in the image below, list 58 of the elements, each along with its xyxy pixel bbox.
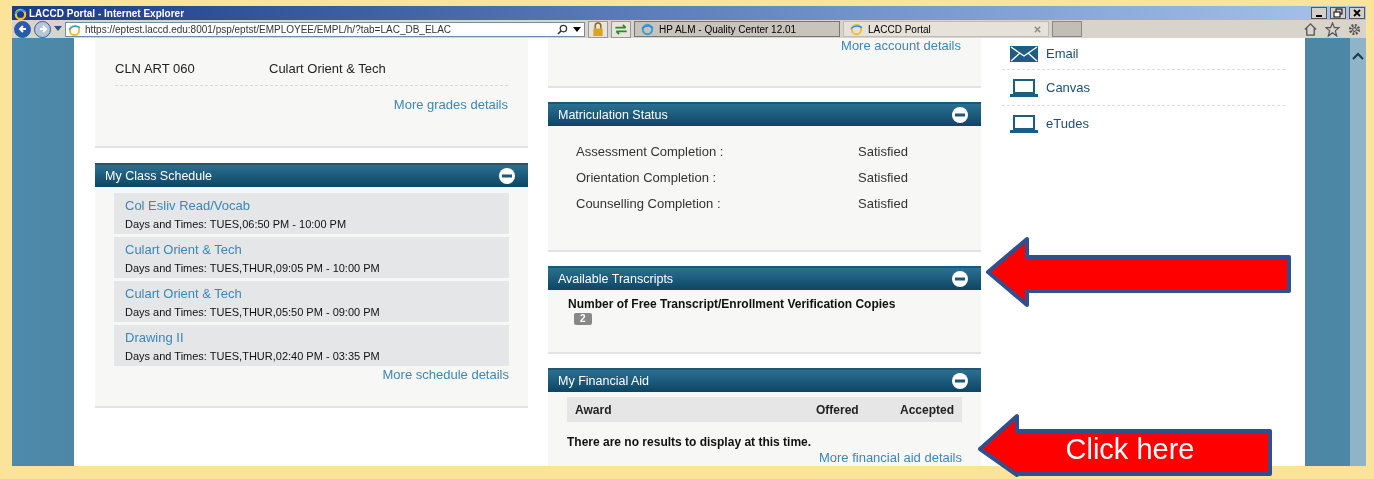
browser-tab[interactable]: HP ALM - Quality Center 12.01: [634, 21, 840, 37]
class-link[interactable]: Col Esliv Read/Vocab: [125, 197, 509, 213]
app-link[interactable]: eTudes: [1046, 116, 1089, 131]
site-icon: [68, 22, 81, 36]
status-label: Counselling Completion :: [576, 195, 722, 211]
empty-message: There are no results to display at this time.: [567, 435, 813, 449]
course-title: Culart Orient & Tech: [269, 61, 386, 76]
app-link[interactable]: Email: [1046, 46, 1079, 61]
status-value: Satisfied: [858, 195, 908, 211]
class-link[interactable]: Drawing II: [125, 329, 509, 345]
status-value: Satisfied: [858, 169, 908, 185]
browser-logo-icon: [14, 6, 27, 20]
dropdown-icon[interactable]: [572, 24, 582, 34]
collapse-icon[interactable]: [952, 271, 968, 287]
class-times: Days and Times: TUES,THUR,02:40 PM - 03:35 PM: [125, 349, 381, 362]
class-link[interactable]: Culart Orient & Tech: [125, 241, 509, 257]
collapse-icon[interactable]: [952, 107, 968, 123]
search-icon[interactable]: [557, 23, 568, 35]
more-grades-link[interactable]: More grades details: [393, 97, 508, 112]
address-field[interactable]: https://eptest.laccd.edu:8001/psp/eptst/EMPLOYEE/EMPL/h/?tab=LAC_DB_ELAC: [65, 21, 585, 37]
settings-icon[interactable]: [1347, 21, 1362, 37]
app-link[interactable]: Canvas: [1046, 80, 1091, 95]
class-times: Days and Times: TUES,THUR,09:05 PM - 10:00 PM: [125, 261, 381, 274]
collapse-icon[interactable]: [499, 168, 515, 184]
status-label: Orientation Completion :: [576, 169, 718, 185]
count-badge: 2: [574, 313, 592, 325]
home-icon[interactable]: [1303, 21, 1318, 37]
more-financial-aid-link[interactable]: More financial aid details: [818, 450, 962, 465]
transcript-label: Number of Free Transcript/Enrollment Verification Copies: [568, 297, 896, 311]
padlock-icon[interactable]: [588, 20, 608, 38]
collapse-icon[interactable]: [952, 373, 968, 389]
status-value: Satisfied: [858, 143, 908, 159]
tab-site-icon: [641, 22, 654, 36]
callout-label: Click here: [1064, 432, 1196, 467]
browser-tab[interactable]: LACCD Portal: [843, 21, 1049, 37]
class-times: Days and Times: TUES,THUR,05:50 PM - 09:00 PM: [125, 305, 381, 318]
window-title: LACCD Portal - Internet Explorer: [29, 7, 185, 19]
class-link[interactable]: Culart Orient & Tech: [125, 285, 509, 301]
status-label: Assessment Completion :: [576, 143, 725, 159]
column-header: Offered: [815, 402, 860, 417]
scroll-up-icon[interactable]: [1352, 52, 1364, 60]
scrollbar[interactable]: [1350, 38, 1366, 466]
tab-site-icon: [850, 22, 863, 36]
class-times: Days and Times: TUES,06:50 PM - 10:00 PM: [125, 217, 348, 230]
panel-title: Available Transcripts: [558, 272, 674, 286]
laptop-icon[interactable]: [1010, 114, 1038, 133]
course-code: CLN ART 060: [115, 61, 196, 76]
laptop-icon[interactable]: [1010, 78, 1038, 97]
refresh-icon[interactable]: [611, 20, 631, 38]
more-account-link[interactable]: More account details: [841, 38, 961, 53]
column-header: Award: [575, 402, 613, 417]
envelope-icon[interactable]: [1010, 44, 1038, 63]
star-icon[interactable]: [1325, 21, 1340, 37]
panel-title: My Class Schedule: [105, 169, 212, 183]
column-header: Accepted: [899, 402, 954, 417]
more-schedule-link[interactable]: More schedule details: [382, 367, 509, 382]
panel-title: Matriculation Status: [558, 108, 668, 122]
panel-title: My Financial Aid: [558, 374, 649, 388]
